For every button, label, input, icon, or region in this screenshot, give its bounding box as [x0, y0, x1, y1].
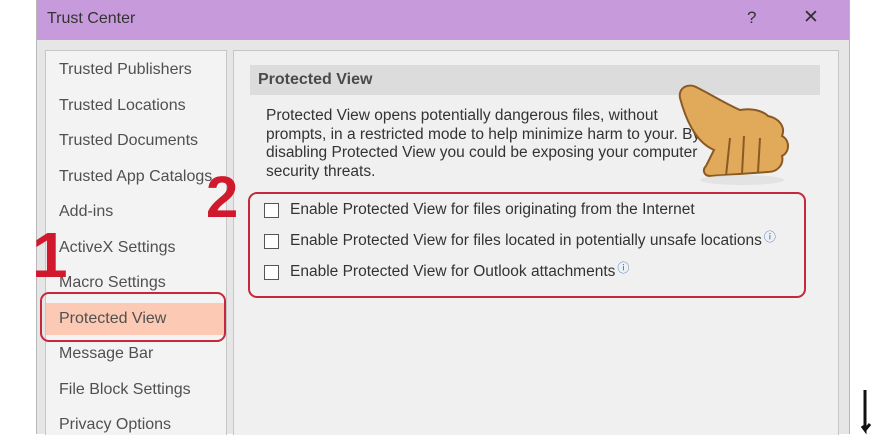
window-title: Trust Center: [47, 10, 136, 27]
title-bar: Trust Center ? ✕: [37, 0, 849, 40]
help-button[interactable]: ?: [747, 8, 756, 28]
sidebar-item-file-block-settings[interactable]: File Block Settings: [46, 374, 226, 406]
sidebar-item-message-bar[interactable]: Message Bar: [46, 338, 226, 370]
sidebar-item-activex-settings[interactable]: ActiveX Settings: [46, 232, 226, 264]
pointing-hand-icon: [678, 84, 789, 185]
highlight-box-options: [248, 192, 806, 298]
step-marker-1: 1: [32, 219, 68, 291]
sidebar: Trusted Publishers Trusted Locations Tru…: [45, 50, 227, 435]
sidebar-item-trusted-locations[interactable]: Trusted Locations: [46, 90, 226, 122]
step-marker-2: 2: [206, 165, 239, 230]
sidebar-item-privacy-options[interactable]: Privacy Options: [46, 409, 226, 441]
sidebar-item-trusted-app-catalogs[interactable]: Trusted App Catalogs: [46, 161, 226, 193]
sidebar-item-add-ins[interactable]: Add-ins: [46, 196, 226, 228]
sidebar-item-trusted-documents[interactable]: Trusted Documents: [46, 125, 226, 157]
sidebar-item-trusted-publishers[interactable]: Trusted Publishers: [46, 54, 226, 86]
highlight-box-sidebar: [40, 292, 226, 342]
cursor-fragment-icon: [860, 390, 872, 434]
close-button[interactable]: ✕: [803, 6, 819, 29]
